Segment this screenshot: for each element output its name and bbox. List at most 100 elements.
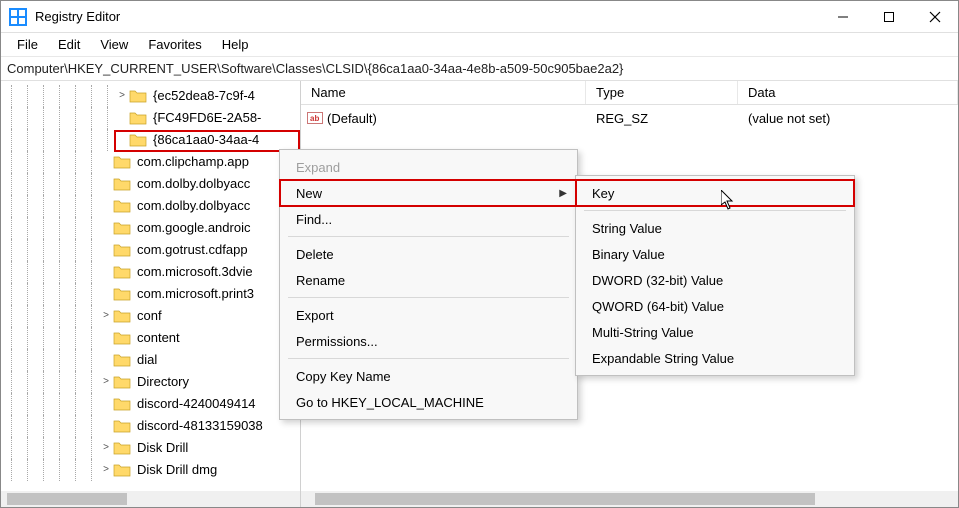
menu-file[interactable]: File (7, 34, 48, 55)
tree-item-label: discord-48133159038 (135, 414, 265, 438)
folder-icon (129, 133, 147, 147)
menu-favorites[interactable]: Favorites (138, 34, 211, 55)
folder-icon (113, 287, 131, 301)
tree-item-label: discord-4240049414 (135, 392, 258, 416)
close-button[interactable] (912, 1, 958, 33)
submenu-expandable-string[interactable]: Expandable String Value (576, 345, 854, 371)
tree-item-label: Disk Drill dmg (135, 458, 219, 482)
value-name-cell: ab (Default) (301, 110, 586, 126)
new-submenu: Key String Value Binary Value DWORD (32-… (575, 175, 855, 376)
tree-item-label: {86ca1aa0-34aa-4 (151, 128, 261, 152)
column-type[interactable]: Type (586, 81, 738, 104)
maximize-button[interactable] (866, 1, 912, 33)
minimize-button[interactable] (820, 1, 866, 33)
tree-item-label: com.microsoft.3dvie (135, 260, 255, 284)
folder-icon (113, 177, 131, 191)
tree-item-label: com.microsoft.print3 (135, 282, 256, 306)
submenu-key[interactable]: Key (576, 180, 854, 206)
list-body: ab (Default) REG_SZ (value not set) (301, 105, 958, 129)
tree-pane: > {ec52dea8-7c9f-4{FC49FD6E-2A58-{86ca1aa… (1, 81, 301, 507)
expander-icon[interactable]: > (99, 371, 113, 393)
titlebar: Registry Editor (1, 1, 958, 33)
tree-item[interactable]: com.microsoft.print3 (1, 283, 286, 305)
folder-icon (113, 353, 131, 367)
list-row[interactable]: ab (Default) REG_SZ (value not set) (301, 107, 958, 129)
tree-hscroll[interactable] (1, 491, 301, 507)
context-rename[interactable]: Rename (280, 267, 577, 293)
tree-item[interactable]: dial (1, 349, 286, 371)
tree-item-label: {ec52dea8-7c9f-4 (151, 84, 257, 108)
window-controls (820, 1, 958, 33)
tree-item[interactable]: > Disk Drill dmg (1, 459, 286, 481)
list-hscroll[interactable] (301, 491, 958, 507)
submenu-arrow-icon: ▶ (559, 188, 567, 199)
tree-item[interactable]: >conf (1, 305, 286, 327)
submenu-string[interactable]: String Value (576, 215, 854, 241)
tree-item[interactable]: {86ca1aa0-34aa-4 (1, 129, 286, 151)
folder-icon (113, 155, 131, 169)
tree-item[interactable]: > {ec52dea8-7c9f-4 (1, 85, 286, 107)
folder-icon (113, 331, 131, 345)
context-new[interactable]: New ▶ (280, 180, 577, 206)
folder-icon (113, 199, 131, 213)
context-delete[interactable]: Delete (280, 241, 577, 267)
list-header: Name Type Data (301, 81, 958, 105)
expander-icon[interactable]: > (99, 437, 113, 459)
folder-icon (129, 89, 147, 103)
submenu-multi-string[interactable]: Multi-String Value (576, 319, 854, 345)
tree-item[interactable]: com.google.androic (1, 217, 286, 239)
context-copy-key-name[interactable]: Copy Key Name (280, 363, 577, 389)
tree-item[interactable]: > Directory (1, 371, 286, 393)
folder-icon (129, 111, 147, 125)
submenu-binary[interactable]: Binary Value (576, 241, 854, 267)
context-find[interactable]: Find... (280, 206, 577, 232)
context-goto-hklm[interactable]: Go to HKEY_LOCAL_MACHINE (280, 389, 577, 415)
menu-view[interactable]: View (90, 34, 138, 55)
tree-item[interactable]: com.clipchamp.app (1, 151, 286, 173)
expander-icon[interactable]: > (115, 85, 129, 107)
menubar: File Edit View Favorites Help (1, 33, 958, 57)
folder-icon (113, 397, 131, 411)
tree-item-label: {FC49FD6E-2A58- (151, 106, 263, 130)
tree-item[interactable]: discord-48133159038 (1, 415, 286, 437)
context-separator (288, 236, 569, 237)
folder-icon (113, 243, 131, 257)
tree-item[interactable]: discord-4240049414 (1, 393, 286, 415)
submenu-separator (584, 210, 846, 211)
registry-tree[interactable]: > {ec52dea8-7c9f-4{FC49FD6E-2A58-{86ca1aa… (1, 85, 286, 481)
context-expand[interactable]: Expand (280, 154, 577, 180)
folder-icon (113, 221, 131, 235)
context-export[interactable]: Export (280, 302, 577, 328)
tree-item[interactable]: com.dolby.dolbyacc (1, 195, 286, 217)
tree-item[interactable]: >Disk Drill (1, 437, 286, 459)
expander-icon[interactable]: > (99, 459, 113, 481)
address-bar[interactable]: Computer\HKEY_CURRENT_USER\Software\Clas… (1, 57, 958, 81)
folder-icon (113, 419, 131, 433)
context-separator (288, 297, 569, 298)
tree-item[interactable]: com.microsoft.3dvie (1, 261, 286, 283)
context-separator (288, 358, 569, 359)
tree-item[interactable]: {FC49FD6E-2A58- (1, 107, 286, 129)
folder-icon (113, 309, 131, 323)
column-name[interactable]: Name (301, 81, 586, 104)
tree-item[interactable]: com.dolby.dolbyacc (1, 173, 286, 195)
string-value-icon: ab (307, 110, 323, 126)
tree-hscroll-thumb[interactable] (7, 493, 127, 505)
window-title: Registry Editor (35, 9, 120, 24)
submenu-dword[interactable]: DWORD (32-bit) Value (576, 267, 854, 293)
address-text: Computer\HKEY_CURRENT_USER\Software\Clas… (7, 61, 623, 76)
value-type: REG_SZ (586, 111, 738, 126)
tree-item[interactable]: content (1, 327, 286, 349)
tree-item-label: com.dolby.dolbyacc (135, 194, 252, 218)
tree-item-label: content (135, 326, 182, 350)
menu-help[interactable]: Help (212, 34, 259, 55)
expander-icon[interactable]: > (99, 305, 113, 327)
submenu-qword[interactable]: QWORD (64-bit) Value (576, 293, 854, 319)
column-data[interactable]: Data (738, 81, 958, 104)
list-hscroll-thumb[interactable] (315, 493, 815, 505)
context-permissions[interactable]: Permissions... (280, 328, 577, 354)
tree-item-label: Directory (135, 370, 191, 394)
tree-item[interactable]: com.gotrust.cdfapp (1, 239, 286, 261)
menu-edit[interactable]: Edit (48, 34, 90, 55)
tree-item-label: com.clipchamp.app (135, 150, 251, 174)
